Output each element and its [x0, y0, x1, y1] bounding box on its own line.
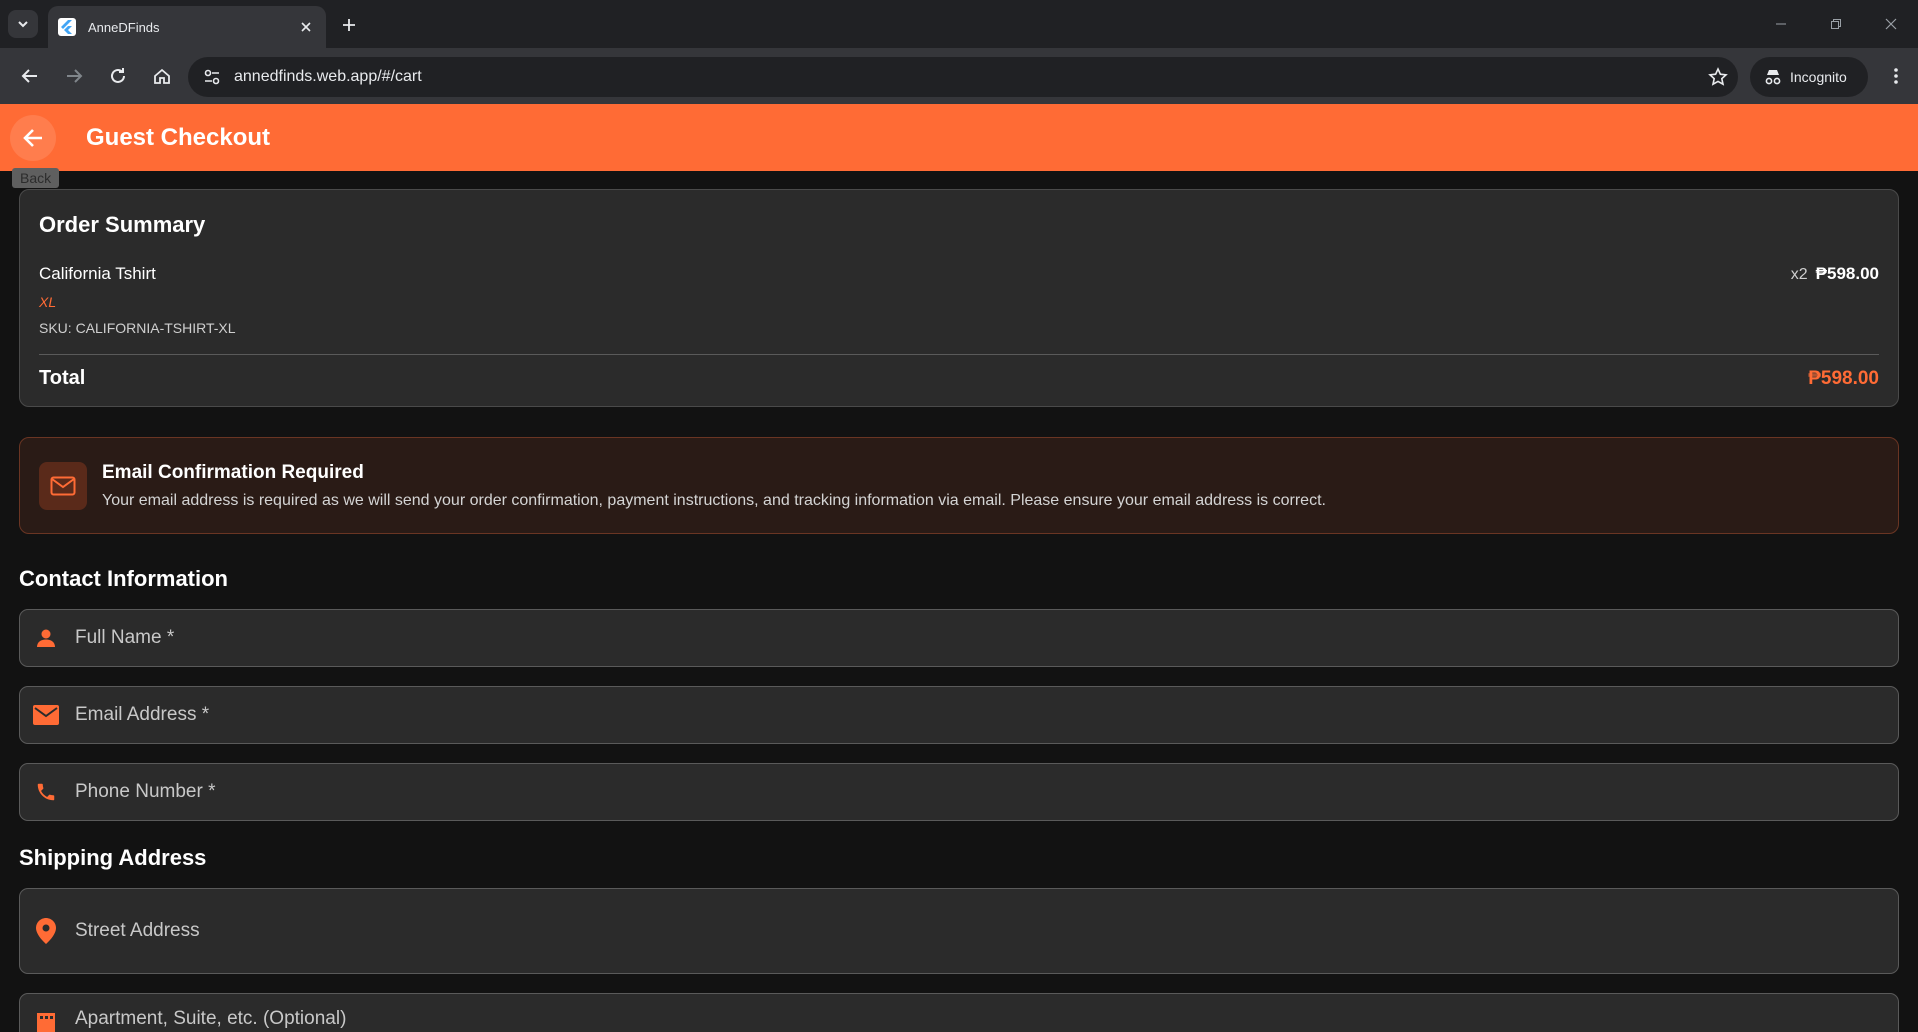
apartment-placeholder: Apartment, Suite, etc. (Optional)	[75, 1008, 347, 1029]
browser-tab[interactable]: AnneDFinds	[48, 6, 326, 48]
url-text: annedfinds.web.app/#/cart	[234, 68, 422, 85]
total-row: Total ₱598.00	[39, 367, 1879, 390]
order-item: California Tshirt XL SKU: CALIFORNIA-TSH…	[39, 264, 1879, 336]
home-button[interactable]	[142, 56, 182, 96]
total-value: ₱598.00	[1808, 367, 1879, 389]
item-name: California Tshirt	[39, 264, 156, 283]
restore-button[interactable]	[1808, 0, 1863, 48]
mail-outline-icon	[39, 461, 87, 510]
back-button[interactable]	[10, 114, 56, 161]
phone-field[interactable]: Phone Number *	[19, 763, 1899, 821]
incognito-indicator[interactable]: Incognito	[1750, 57, 1868, 97]
more-vertical-icon	[1894, 68, 1898, 84]
page-title: Guest Checkout	[86, 123, 271, 151]
arrow-right-icon	[67, 69, 83, 83]
tab-title: AnneDFinds	[88, 19, 160, 35]
email-confirmation-notice: Email Confirmation Required Your email a…	[19, 437, 1899, 534]
apartment-field[interactable]: Apartment, Suite, etc. (Optional)	[19, 993, 1899, 1032]
notice-body: Your email address is required as we wil…	[102, 491, 1326, 509]
incognito-icon	[1765, 70, 1781, 85]
shipping-address-heading: Shipping Address	[19, 845, 207, 870]
browser-toolbar: annedfinds.web.app/#/cart Incognito	[0, 48, 1918, 104]
location-pin-icon	[32, 917, 60, 945]
restore-icon	[1830, 19, 1841, 29]
reload-icon	[111, 68, 125, 83]
order-summary-card: Order Summary California Tshirt XL SKU: …	[19, 189, 1899, 407]
forward-nav-button[interactable]	[54, 56, 94, 96]
minimize-button[interactable]	[1753, 0, 1808, 48]
home-icon	[154, 68, 170, 84]
back-nav-button[interactable]	[10, 56, 50, 96]
incognito-label: Incognito	[1790, 69, 1847, 85]
minimize-icon	[1775, 23, 1786, 25]
bookmark-star-icon[interactable]	[1698, 57, 1738, 97]
notice-title: Email Confirmation Required	[102, 461, 364, 483]
tab-search-button[interactable]	[8, 10, 38, 38]
item-quantity: x2	[1790, 266, 1808, 283]
arrow-left-icon	[21, 69, 37, 83]
contact-info-heading: Contact Information	[19, 566, 228, 591]
full-name-placeholder: Full Name *	[75, 627, 175, 648]
full-name-field[interactable]: Full Name *	[19, 609, 1899, 667]
chevron-down-icon	[18, 21, 28, 28]
browser-tab-strip: AnneDFinds	[0, 0, 1918, 48]
divider	[39, 354, 1879, 355]
item-price: ₱598.00	[1815, 264, 1879, 283]
browser-menu-button[interactable]	[1882, 62, 1910, 90]
close-window-button[interactable]	[1863, 0, 1918, 48]
email-field[interactable]: Email Address *	[19, 686, 1899, 744]
address-bar[interactable]: annedfinds.web.app/#/cart	[188, 57, 1738, 97]
item-variant: XL	[39, 294, 57, 310]
close-icon	[1885, 18, 1896, 30]
back-tooltip: Back	[12, 168, 60, 188]
site-info-icon[interactable]	[200, 65, 224, 89]
window-controls	[1753, 0, 1918, 48]
checkout-content: Order Summary California Tshirt XL SKU: …	[0, 171, 1918, 1032]
phone-placeholder: Phone Number *	[75, 781, 216, 802]
apartment-icon	[32, 1008, 60, 1032]
item-sku: SKU: CALIFORNIA-TSHIRT-XL	[39, 320, 236, 336]
reload-button[interactable]	[98, 56, 138, 96]
total-label: Total	[39, 367, 86, 389]
person-icon	[32, 624, 60, 652]
app-bar: Guest Checkout Back	[0, 104, 1918, 188]
phone-icon	[32, 778, 60, 806]
email-icon	[32, 701, 60, 729]
arrow-back-icon	[23, 128, 42, 147]
new-tab-button[interactable]	[336, 12, 362, 38]
flutter-favicon-icon	[58, 18, 76, 36]
plus-icon	[343, 19, 355, 31]
email-placeholder: Email Address *	[75, 704, 210, 725]
order-summary-heading: Order Summary	[39, 212, 206, 237]
close-tab-icon[interactable]	[296, 17, 316, 37]
street-address-field[interactable]: Street Address	[19, 888, 1899, 974]
street-address-placeholder: Street Address	[75, 920, 200, 941]
